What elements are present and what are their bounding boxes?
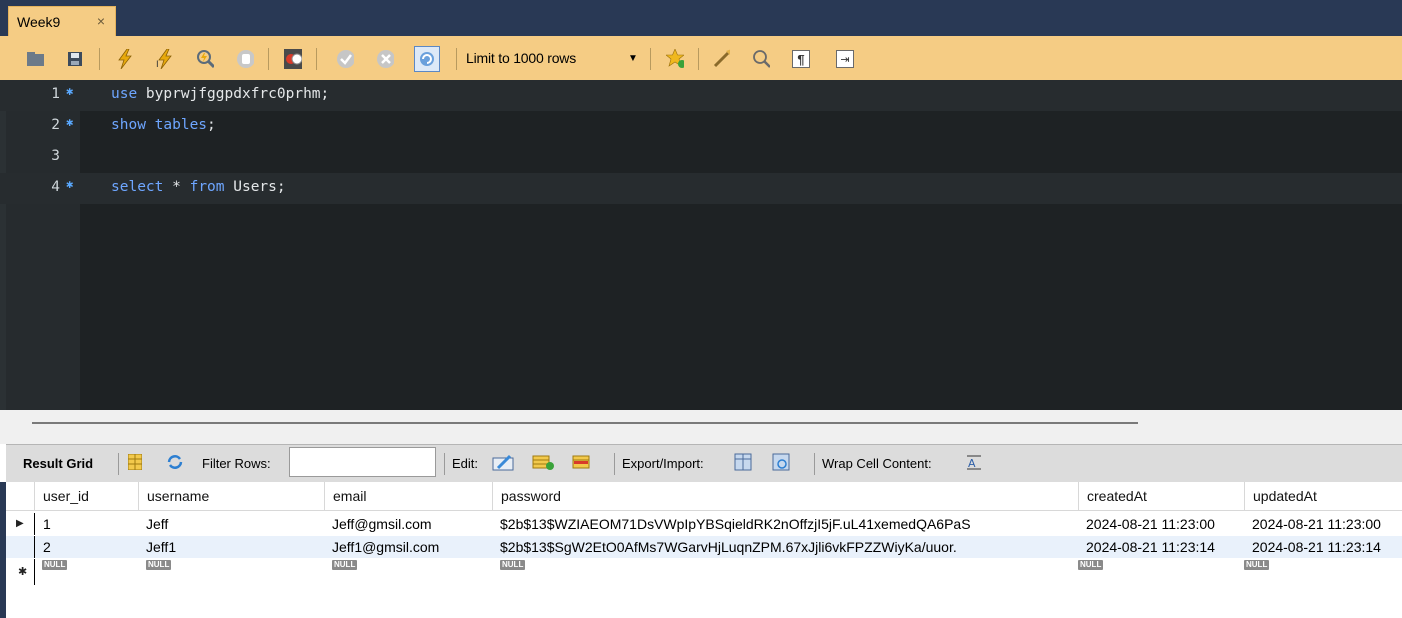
sql-editor-toolbar: I Limit to 1000 rows ▼ ¶ ⇥ (0, 36, 1402, 80)
editor-line-3[interactable]: 3 (0, 142, 1402, 173)
add-snippet-icon[interactable] (666, 49, 684, 68)
open-folder-icon[interactable] (26, 50, 44, 68)
cell-password[interactable]: $2b$13$WZIAEOM71DsVWpIpYBSqieldRK2nOffzj… (492, 513, 1078, 535)
explain-icon[interactable] (196, 50, 214, 69)
svg-text:A: A (968, 457, 976, 470)
statement-marker-icon: ✱ (66, 84, 74, 98)
column-header-email[interactable]: email (324, 482, 492, 510)
wrap-cell-label: Wrap Cell Content: (822, 456, 932, 471)
cell-email[interactable]: Jeff1@gmsil.com (324, 536, 492, 558)
cell-user-id[interactable]: 1 (34, 513, 138, 535)
column-header-password[interactable]: password (492, 482, 1078, 510)
tab-week9[interactable]: Week9 × (8, 6, 116, 36)
cell-createdat[interactable]: 2024-08-21 11:23:14 (1078, 536, 1244, 558)
export-import-label: Export/Import: (622, 456, 704, 471)
cell-updatedat[interactable]: 2024-08-21 11:23:00 (1244, 513, 1402, 535)
null-badge[interactable]: NULL (332, 560, 358, 570)
rollback-icon[interactable] (376, 50, 394, 68)
statement-marker-icon: ✱ (66, 177, 74, 191)
null-badge[interactable]: NULL (500, 560, 526, 570)
column-header-username[interactable]: username (138, 482, 324, 510)
cell-createdat[interactable]: 2024-08-21 11:23:00 (1078, 513, 1244, 535)
svg-text:I: I (156, 60, 159, 69)
execute-icon[interactable] (116, 49, 134, 69)
import-icon[interactable] (772, 453, 794, 474)
toggle-errors-icon[interactable] (284, 49, 302, 69)
wrap-lines-icon[interactable]: ⇥ (836, 50, 854, 68)
new-row-marker-icon: ✱ (18, 566, 28, 578)
column-header-updatedat[interactable]: updatedAt (1244, 482, 1402, 510)
find-icon[interactable] (752, 50, 770, 68)
export-icon[interactable] (734, 453, 756, 474)
delete-row-icon[interactable] (572, 453, 596, 474)
editor-result-splitter[interactable] (0, 410, 1402, 444)
stop-icon[interactable] (236, 50, 254, 68)
commit-icon[interactable] (336, 50, 354, 68)
tab-close-icon[interactable]: × (97, 13, 105, 29)
cell-password[interactable]: $2b$13$SgW2EtO0AfMs7WGarvHjLuqnZPM.67xJj… (492, 536, 1078, 558)
null-badge[interactable]: NULL (1244, 560, 1270, 570)
result-toolbar: Result Grid Filter Rows: Edit: Export/Im… (6, 444, 1402, 484)
edit-row-icon[interactable] (492, 453, 516, 474)
beautify-icon[interactable] (712, 49, 730, 68)
column-header-createdat[interactable]: createdAt (1078, 482, 1244, 510)
sql-editor[interactable]: 1 ✱ use byprwjfggpdxfrc0prhm; 2 ✱ show t… (0, 80, 1402, 410)
editor-line-2[interactable]: 2 ✱ show tables; (0, 111, 1402, 142)
table-row[interactable]: ▶ 1 Jeff Jeff@gmsil.com $2b$13$WZIAEOM71… (6, 513, 1402, 535)
editor-line-4[interactable]: 4 ✱ select * from Users; (0, 173, 1402, 204)
cell-username[interactable]: Jeff (138, 513, 324, 535)
new-row[interactable]: ✱ NULL NULL NULL NULL NULL NULL (6, 559, 1402, 585)
result-grid-tab[interactable]: Result Grid (23, 456, 93, 471)
save-icon[interactable] (66, 50, 84, 68)
autocommit-icon[interactable] (414, 46, 440, 72)
result-grid[interactable]: user_id username email password createdA… (6, 482, 1402, 618)
edit-label: Edit: (452, 456, 479, 471)
add-row-icon[interactable] (532, 453, 556, 474)
table-row[interactable]: 2 Jeff1 Jeff1@gmsil.com $2b$13$SgW2EtO0A… (6, 536, 1402, 558)
column-header-user-id[interactable]: user_id (34, 482, 138, 510)
invisible-chars-icon[interactable]: ¶ (792, 50, 810, 68)
limit-dropdown-arrow[interactable]: ▼ (628, 53, 638, 64)
null-badge[interactable]: NULL (1078, 560, 1104, 570)
current-row-marker-icon: ▶ (16, 518, 24, 529)
execute-current-icon[interactable]: I (156, 49, 174, 69)
refresh-icon[interactable] (166, 454, 184, 473)
cell-user-id[interactable]: 2 (34, 536, 138, 558)
tab-bar: Week9 × (0, 0, 1402, 36)
editor-line-1[interactable]: 1 ✱ use byprwjfggpdxfrc0prhm; (0, 80, 1402, 111)
limit-rows-select[interactable]: Limit to 1000 rows (466, 50, 576, 66)
cell-email[interactable]: Jeff@gmsil.com (324, 513, 492, 535)
tab-title: Week9 (17, 13, 61, 30)
grid-header-row: user_id username email password createdA… (6, 482, 1402, 511)
cell-username[interactable]: Jeff1 (138, 536, 324, 558)
wrap-cell-icon[interactable]: A (966, 454, 982, 473)
filter-rows-input[interactable] (289, 447, 436, 477)
cell-updatedat[interactable]: 2024-08-21 11:23:14 (1244, 536, 1402, 558)
statement-marker-icon: ✱ (66, 115, 74, 129)
grid-layout-icon[interactable] (127, 453, 143, 473)
filter-rows-label: Filter Rows: (202, 456, 271, 471)
null-badge[interactable]: NULL (42, 560, 68, 570)
null-badge[interactable]: NULL (146, 560, 172, 570)
